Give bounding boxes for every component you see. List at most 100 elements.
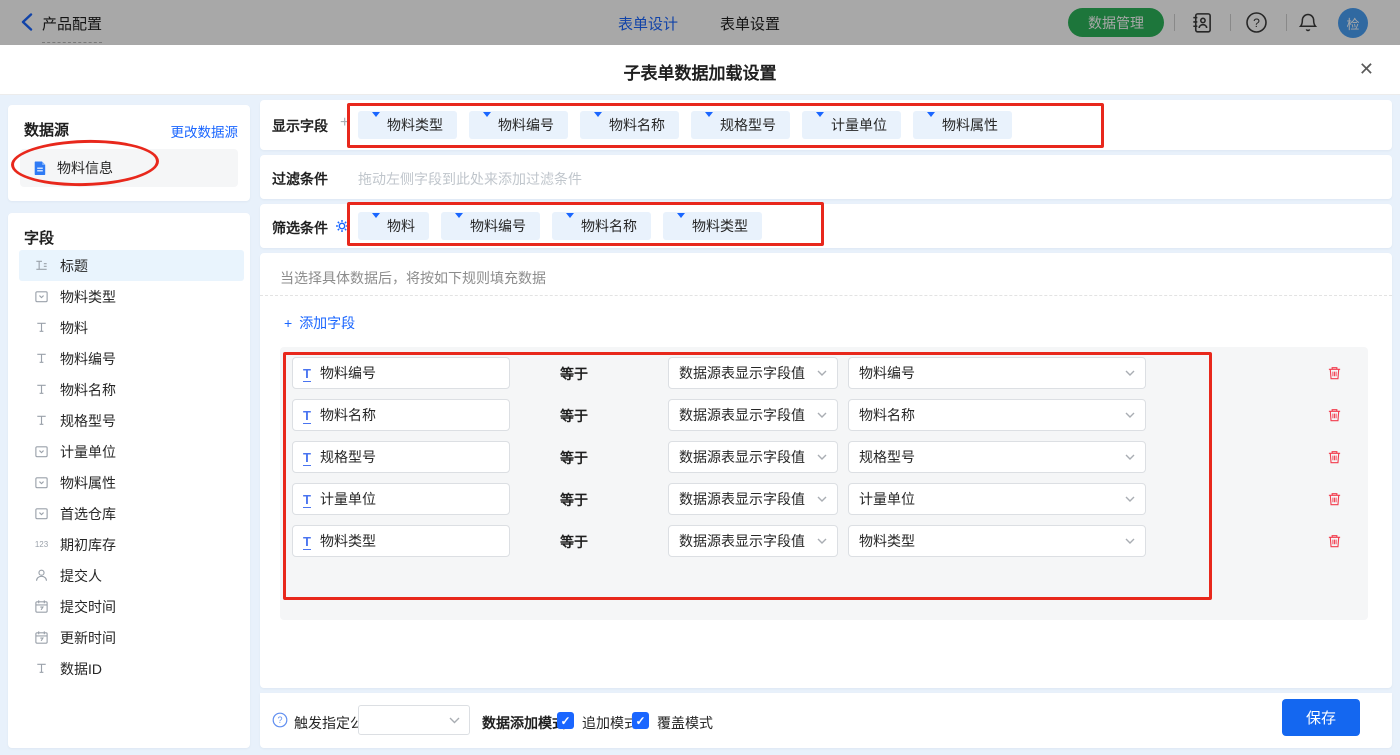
field-item-9[interactable]: 123 期初库存 bbox=[19, 529, 244, 560]
field-item-5[interactable]: 规格型号 bbox=[19, 405, 244, 436]
screen-condition-label: 筛选条件 bbox=[272, 220, 328, 236]
text-icon bbox=[33, 413, 50, 428]
rule-target-field[interactable]: T 物料类型 bbox=[292, 525, 510, 557]
plus-icon: + bbox=[284, 315, 293, 331]
screen-condition-section: 筛选条件 物料 物料编号 物料名称 物料类型 bbox=[260, 204, 1392, 248]
rule-value-select[interactable]: 物料名称 bbox=[848, 399, 1146, 431]
field-item-3[interactable]: 物料编号 bbox=[19, 343, 244, 374]
rule-operator: 等于 bbox=[560, 492, 588, 508]
close-icon[interactable]: ✕ bbox=[1359, 58, 1374, 80]
display-field-tag-0[interactable]: 物料类型 bbox=[358, 111, 457, 139]
field-item-label: 标题 bbox=[60, 257, 88, 274]
trash-icon[interactable] bbox=[1327, 449, 1342, 465]
text-icon bbox=[33, 382, 50, 397]
screen-condition-tag-2[interactable]: 物料名称 bbox=[552, 212, 651, 240]
fields-title: 字段 bbox=[24, 230, 55, 247]
field-item-2[interactable]: 物料 bbox=[19, 312, 244, 343]
display-fields-label: 显示字段 bbox=[272, 118, 328, 134]
rule-target-field[interactable]: T 物料名称 bbox=[292, 399, 510, 431]
field-item-label: 数据ID bbox=[60, 660, 102, 677]
trash-icon[interactable] bbox=[1327, 533, 1342, 549]
svg-text:?: ? bbox=[277, 715, 282, 725]
display-field-tag-4[interactable]: 计量单位 bbox=[802, 111, 901, 139]
overwrite-mode-checkbox[interactable]: ✓ bbox=[632, 712, 649, 729]
rule-source-select[interactable]: 数据源表显示字段值 bbox=[668, 483, 838, 515]
rule-source-select[interactable]: 数据源表显示字段值 bbox=[668, 399, 838, 431]
trash-icon[interactable] bbox=[1327, 407, 1342, 423]
save-button[interactable]: 保存 bbox=[1282, 699, 1360, 736]
rule-row-1: T 物料名称 等于 数据源表显示字段值 物料名称 bbox=[280, 399, 1368, 431]
title-icon bbox=[33, 258, 50, 273]
field-item-8[interactable]: 首选仓库 bbox=[19, 498, 244, 529]
field-item-13[interactable]: 数据ID bbox=[19, 653, 244, 684]
field-item-11[interactable]: 提交时间 bbox=[19, 591, 244, 622]
field-item-4[interactable]: 物料名称 bbox=[19, 374, 244, 405]
caret-down-icon bbox=[594, 112, 602, 133]
datasource-item[interactable]: 物料信息 bbox=[20, 149, 238, 187]
rules-panel: T 物料编号 等于 数据源表显示字段值 物料编号 T 物料名称 等于 数据源表显… bbox=[280, 347, 1368, 620]
screen-condition-tag-3[interactable]: 物料类型 bbox=[663, 212, 762, 240]
tag-label: 物料 bbox=[387, 218, 415, 234]
fields-panel: 字段 标题 物料类型 物料 物料编号 物料名称 规格型号 计量单位 物料属性 首… bbox=[8, 213, 250, 748]
display-field-tag-2[interactable]: 物料名称 bbox=[580, 111, 679, 139]
rule-source-select[interactable]: 数据源表显示字段值 bbox=[668, 357, 838, 389]
rule-source-select[interactable]: 数据源表显示字段值 bbox=[668, 525, 838, 557]
select-icon bbox=[33, 475, 50, 490]
field-item-12[interactable]: 更新时间 bbox=[19, 622, 244, 653]
rule-value-select[interactable]: 物料类型 bbox=[848, 525, 1146, 557]
calendar-icon bbox=[33, 630, 50, 645]
display-field-tag-5[interactable]: 物料属性 bbox=[913, 111, 1012, 139]
caret-down-icon bbox=[372, 112, 380, 133]
field-item-7[interactable]: 物料属性 bbox=[19, 467, 244, 498]
field-item-1[interactable]: 物料类型 bbox=[19, 281, 244, 312]
screen-condition-tag-1[interactable]: 物料编号 bbox=[441, 212, 540, 240]
filter-condition-dropzone[interactable]: 拖动左侧字段到此处来添加过滤条件 bbox=[358, 169, 582, 189]
rule-value-select[interactable]: 计量单位 bbox=[848, 483, 1146, 515]
rule-value-select[interactable]: 物料编号 bbox=[848, 357, 1146, 389]
rules-hint: 当选择具体数据后，将按如下规则填充数据 bbox=[280, 270, 546, 286]
filter-condition-label: 过滤条件 bbox=[272, 171, 328, 187]
field-item-label: 首选仓库 bbox=[60, 505, 116, 522]
field-item-10[interactable]: 提交人 bbox=[19, 560, 244, 591]
text-field-icon: T bbox=[303, 366, 311, 382]
field-item-label: 物料类型 bbox=[60, 288, 116, 305]
caret-down-icon bbox=[455, 213, 463, 234]
filter-condition-section: 过滤条件 拖动左侧字段到此处来添加过滤条件 bbox=[260, 155, 1392, 199]
display-field-tag-3[interactable]: 规格型号 bbox=[691, 111, 790, 139]
rule-source-value: 数据源表显示字段值 bbox=[679, 365, 805, 381]
select-icon bbox=[33, 506, 50, 521]
screen-condition-tag-0[interactable]: 物料 bbox=[358, 212, 429, 240]
trash-icon[interactable] bbox=[1327, 491, 1342, 507]
display-field-tag-1[interactable]: 物料编号 bbox=[469, 111, 568, 139]
rule-source-value: 数据源表显示字段值 bbox=[679, 449, 805, 465]
tag-label: 物料类型 bbox=[692, 218, 748, 234]
rule-target-field[interactable]: T 物料编号 bbox=[292, 357, 510, 389]
trash-icon[interactable] bbox=[1327, 365, 1342, 381]
rule-row-0: T 物料编号 等于 数据源表显示字段值 物料编号 bbox=[280, 357, 1368, 389]
rule-source-select[interactable]: 数据源表显示字段值 bbox=[668, 441, 838, 473]
text-field-icon: T bbox=[303, 492, 311, 508]
field-item-6[interactable]: 计量单位 bbox=[19, 436, 244, 467]
rule-source-value: 数据源表显示字段值 bbox=[679, 407, 805, 423]
add-field-button[interactable]: + 添加字段 bbox=[284, 313, 355, 333]
field-item-0[interactable]: 标题 bbox=[19, 250, 244, 281]
caret-down-icon bbox=[677, 213, 685, 234]
formula-select[interactable] bbox=[358, 705, 470, 735]
rule-row-4: T 物料类型 等于 数据源表显示字段值 物料类型 bbox=[280, 525, 1368, 557]
rule-value-select[interactable]: 规格型号 bbox=[848, 441, 1146, 473]
text-icon bbox=[33, 351, 50, 366]
field-item-label: 提交人 bbox=[60, 567, 102, 584]
append-mode-checkbox[interactable]: ✓ bbox=[557, 712, 574, 729]
modal-overlay bbox=[0, 0, 1400, 45]
help-circle-icon[interactable]: ? bbox=[272, 712, 288, 728]
rule-target-field[interactable]: T 计量单位 bbox=[292, 483, 510, 515]
gear-icon[interactable] bbox=[335, 219, 349, 233]
field-item-label: 物料编号 bbox=[60, 350, 116, 367]
rule-target-field[interactable]: T 规格型号 bbox=[292, 441, 510, 473]
footer-bar: ? 触发指定公式 数据添加模式: ✓ 追加模式 ✓ 覆盖模式 保存 bbox=[260, 693, 1392, 748]
append-mode-label: 追加模式 bbox=[582, 715, 638, 731]
display-fields-tags: 物料类型 物料编号 物料名称 规格型号 计量单位 物料属性 bbox=[358, 111, 1012, 139]
plus-icon[interactable]: + bbox=[340, 114, 349, 132]
rule-source-value: 数据源表显示字段值 bbox=[679, 491, 805, 507]
change-datasource-link[interactable]: 更改数据源 bbox=[171, 121, 239, 141]
